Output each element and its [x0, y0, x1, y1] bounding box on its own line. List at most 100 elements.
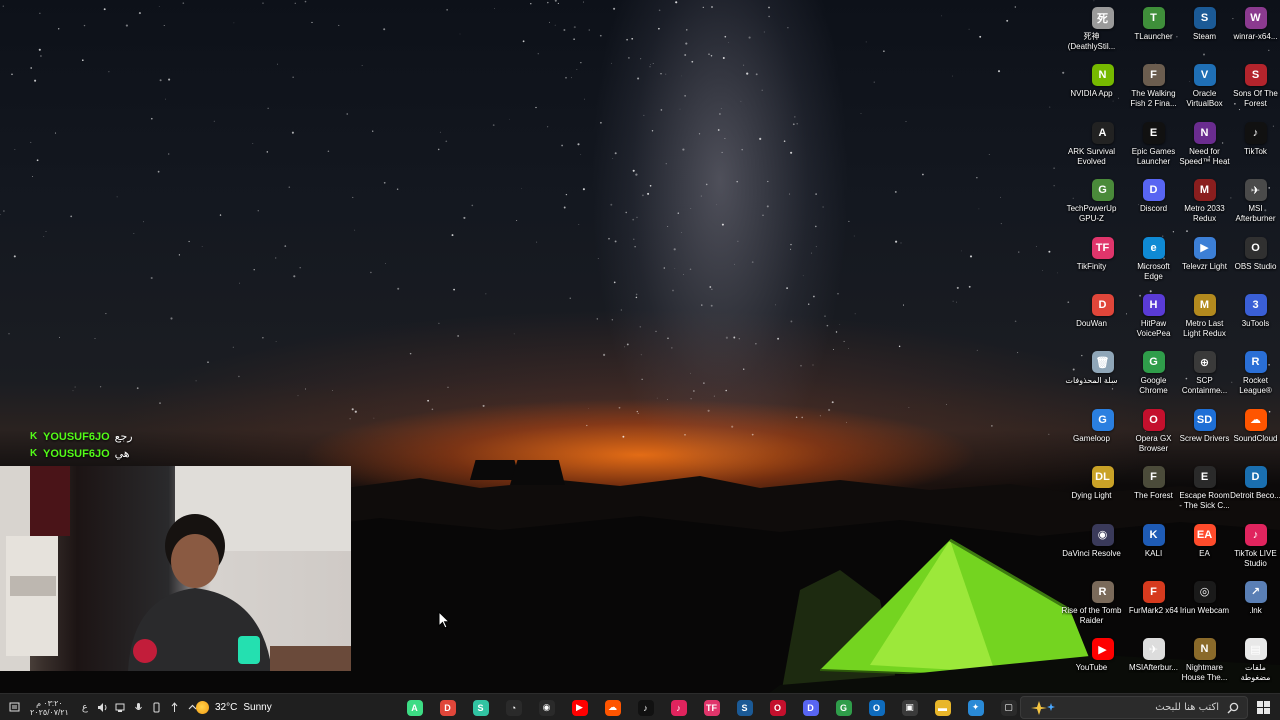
- volume-icon[interactable]: [97, 702, 109, 714]
- star: [1000, 223, 1002, 225]
- taskbar-app-file-explorer[interactable]: ▬: [926, 694, 959, 720]
- opera-gx-icon: O: [769, 699, 786, 716]
- desktop-shortcut[interactable]: O Opera GX Browser: [1128, 406, 1179, 463]
- desktop-shortcut[interactable]: ▶ YouTube: [1076, 635, 1128, 692]
- desktop-shortcut[interactable]: ⊕ SCP Containme...: [1179, 348, 1230, 405]
- taskbar-app-opera-gx[interactable]: O: [761, 694, 794, 720]
- star: [584, 98, 585, 100]
- usb-icon[interactable]: [169, 702, 181, 714]
- copilot-sparkle-icon[interactable]: [1027, 699, 1061, 717]
- desktop-shortcut[interactable]: ◎ Iriun Webcam: [1179, 578, 1230, 635]
- taskbar-app-discord[interactable]: D: [794, 694, 827, 720]
- taskbar-app-douwan[interactable]: D: [431, 694, 464, 720]
- tiktok-icon: ♪: [637, 699, 654, 716]
- desktop-shortcut[interactable]: 3 3uTools: [1230, 291, 1280, 348]
- desktop-shortcut[interactable]: R Rise of the Tomb Raider: [1062, 578, 1128, 635]
- taskbar-app-outlook[interactable]: O: [860, 694, 893, 720]
- star: [652, 63, 654, 64]
- star: [338, 24, 340, 26]
- star: [439, 131, 441, 133]
- desktop-shortcut[interactable]: EA EA: [1179, 521, 1230, 578]
- star: [682, 148, 685, 151]
- soundcloud-icon: ☁: [604, 699, 621, 716]
- taskbar-app-tikfinity[interactable]: TF: [695, 694, 728, 720]
- desktop-shortcut[interactable]: ◉ DaVinci Resolve: [1062, 521, 1128, 578]
- notification-center-icon[interactable]: [8, 702, 20, 714]
- desktop-shortcut[interactable]: ♪ TikTok LIVE Studio: [1230, 521, 1280, 578]
- desktop-shortcut[interactable]: e Microsoft Edge: [1128, 234, 1179, 291]
- taskbar-app-chrome[interactable]: G: [827, 694, 860, 720]
- input-language-indicator[interactable]: ع: [79, 702, 91, 714]
- desktop-shortcut[interactable]: 死死神 (DeathlyStil...: [1068, 4, 1128, 61]
- desktop-shortcut[interactable]: S Sons Of The Forest: [1230, 61, 1280, 118]
- desktop-shortcut[interactable]: D Discord: [1128, 176, 1179, 233]
- desktop-shortcut[interactable]: G TechPowerUp GPU-Z: [1067, 176, 1128, 233]
- desktop-shortcut[interactable]: Wwinrar-x64...: [1230, 4, 1280, 61]
- desktop-shortcut[interactable]: G Google Chrome: [1128, 348, 1179, 405]
- desktop-shortcut[interactable]: S Steam: [1179, 4, 1230, 61]
- star: [1048, 433, 1050, 435]
- desktop-shortcut[interactable]: F The Walking Fish 2 Fina...: [1128, 61, 1179, 118]
- desktop-shortcut[interactable]: D Detroit Beco...: [1230, 463, 1280, 520]
- device-icon[interactable]: [151, 702, 163, 714]
- star: [810, 252, 812, 254]
- desktop-shortcut[interactable]: DL Dying Light: [1071, 463, 1128, 520]
- start-button-windows-icon[interactable]: [1257, 701, 1270, 714]
- desktop-shortcut-label: winrar-x64...: [1233, 32, 1278, 41]
- desktop-shortcut[interactable]: M Metro Last Light Redux: [1179, 291, 1230, 348]
- taskbar-search[interactable]: [1020, 696, 1248, 719]
- desktop-shortcut[interactable]: SD Screw Drivers: [1179, 406, 1230, 463]
- desktop-shortcut[interactable]: O OBS Studio: [1230, 234, 1280, 291]
- detroit-icon: D: [1244, 466, 1267, 489]
- desktop-shortcut[interactable]: E Epic Games Launcher: [1128, 119, 1179, 176]
- taskbar-app-speedometer[interactable]: ◔: [497, 694, 530, 720]
- desktop-shortcut[interactable]: F The Forest: [1128, 463, 1179, 520]
- star: [815, 193, 817, 195]
- desktop-shortcut[interactable]: N Nightmare House The...: [1179, 635, 1230, 692]
- taskbar-app-android-studio[interactable]: A: [398, 694, 431, 720]
- desktop-shortcut[interactable]: N NVIDIA App: [1070, 61, 1128, 118]
- desktop-shortcut[interactable]: E Escape Room - The Sick C...: [1179, 463, 1230, 520]
- desktop-shortcut-label: Escape Room - The Sick C...: [1179, 491, 1230, 511]
- desktop-shortcut[interactable]: ✈ MSI Afterburner: [1230, 176, 1280, 233]
- microphone-icon[interactable]: [133, 702, 145, 714]
- desktop-shortcut[interactable]: F FurMark2 x64: [1128, 578, 1179, 635]
- desktop-shortcut[interactable]: A ARK Survival Evolved: [1068, 119, 1128, 176]
- star: [794, 116, 796, 118]
- taskbar-app-youtube[interactable]: ▶: [563, 694, 596, 720]
- desktop-shortcut[interactable]: ▶ Televzr Light: [1179, 234, 1230, 291]
- desktop-shortcut[interactable]: TF TikFinity: [1077, 234, 1128, 291]
- desktop-shortcut[interactable]: H HitPaw VoicePea: [1128, 291, 1179, 348]
- nightmare-house-icon: N: [1193, 638, 1216, 661]
- desktop-shortcut[interactable]: ☁ SoundCloud: [1230, 406, 1280, 463]
- desktop-shortcut[interactable]: M Metro 2033 Redux: [1179, 176, 1230, 233]
- desktop-shortcut[interactable]: ♪ TikTok: [1230, 119, 1280, 176]
- taskbar-clock[interactable]: ٠٣:٢٠ م ٢٠٢٥/٠٧/٢١: [30, 699, 69, 717]
- desktop-shortcut[interactable]: 🗑 سلة المحذوفات: [1065, 348, 1128, 405]
- star: [618, 406, 621, 409]
- star: [991, 425, 993, 427]
- desktop-shortcut[interactable]: R Rocket League®: [1230, 348, 1280, 405]
- taskbar-app-steam[interactable]: S: [728, 694, 761, 720]
- taskbar-app-obs[interactable]: ◉: [530, 694, 563, 720]
- network-icon[interactable]: [115, 702, 127, 714]
- taskbar-app-store[interactable]: ▣: [893, 694, 926, 720]
- desktop-shortcut[interactable]: ✈ MSIAfterbur...: [1128, 635, 1179, 692]
- desktop-shortcut[interactable]: ▤ ملفات مضغوطة: [1230, 635, 1280, 692]
- desktop-shortcut[interactable]: G Gameloop: [1073, 406, 1128, 463]
- weather-widget[interactable]: 32°C Sunny: [196, 694, 272, 720]
- desktop-shortcut[interactable]: ↗ .lnk: [1230, 578, 1280, 635]
- desktop-shortcut[interactable]: V Oracle VirtualBox: [1179, 61, 1230, 118]
- taskbar-app-tiktok[interactable]: ♪: [629, 694, 662, 720]
- desktop-shortcut[interactable]: K KALI: [1128, 521, 1179, 578]
- desktop-shortcut[interactable]: N Need for Speed™ Heat: [1179, 119, 1230, 176]
- desktop-shortcut[interactable]: T TLauncher: [1128, 4, 1179, 61]
- taskbar-app-copilot-app[interactable]: ✦: [959, 694, 992, 720]
- desktop-shortcut[interactable]: D DouWan: [1076, 291, 1128, 348]
- star: [163, 25, 165, 27]
- taskbar-app-streamlabs[interactable]: S: [464, 694, 497, 720]
- search-input[interactable]: [1063, 697, 1219, 718]
- star: [908, 407, 910, 408]
- taskbar-app-tiktok-live[interactable]: ♪: [662, 694, 695, 720]
- taskbar-app-soundcloud[interactable]: ☁: [596, 694, 629, 720]
